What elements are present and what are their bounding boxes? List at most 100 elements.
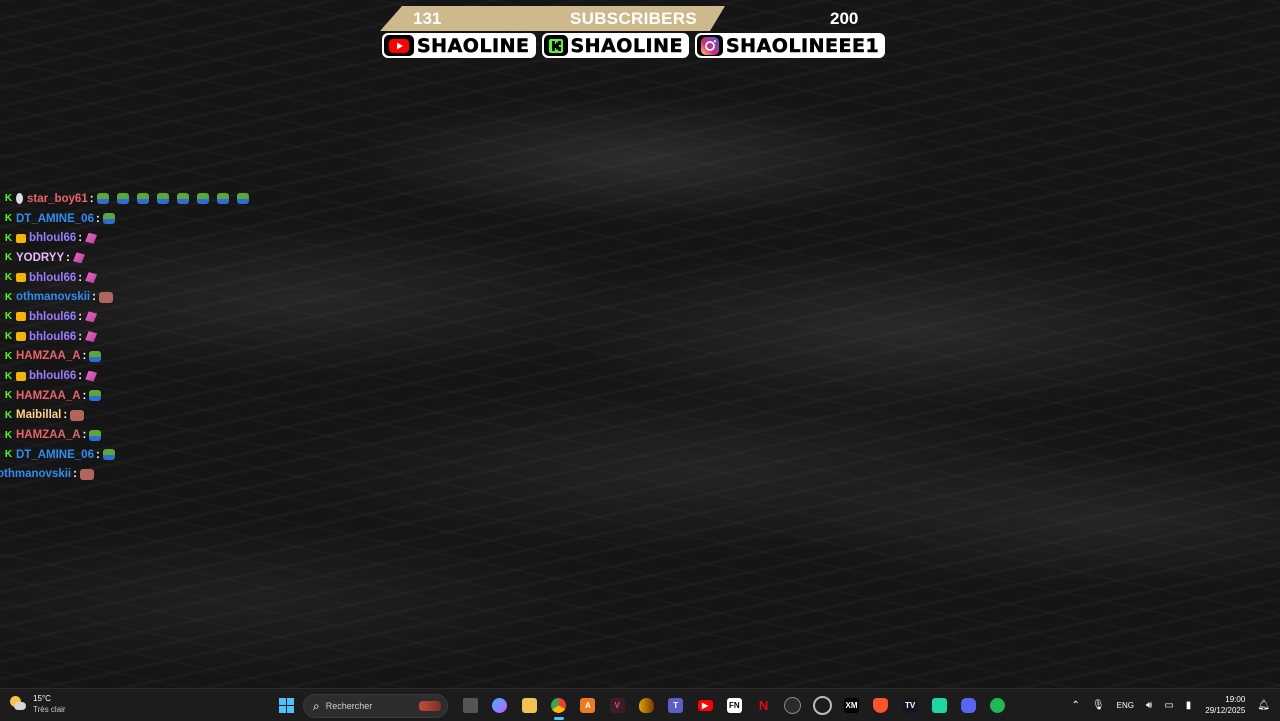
chat-separator: :	[82, 350, 87, 363]
taskbar-app-youtube[interactable]: ▶	[690, 689, 719, 721]
frog-emote-icon	[102, 449, 115, 461]
weather-condition: Très clair	[33, 705, 66, 714]
tradingview-icon: TV	[902, 697, 918, 713]
chat-message: K bhloul66:	[0, 366, 300, 386]
taskbar-app-steam[interactable]	[778, 689, 807, 721]
frog-emote-icon	[176, 193, 189, 205]
kick-icon: K	[4, 350, 13, 362]
weather-widget[interactable]: 15°C Très clair	[10, 693, 66, 715]
battery-icon[interactable]: ▮	[1186, 700, 1192, 711]
taskbar-app-green[interactable]	[925, 689, 954, 721]
chat-separator: :	[73, 468, 77, 481]
chrome-icon	[551, 697, 567, 713]
frog-emote-icon	[156, 193, 169, 205]
windows-logo-icon	[279, 698, 286, 705]
chat-username: bhloul66	[29, 271, 77, 284]
taskbar-app-chrome[interactable]	[544, 689, 573, 721]
kick-icon: K	[4, 370, 13, 382]
subscriber-badge-icon	[16, 312, 26, 322]
taskbar-app-vegas[interactable]: V	[602, 689, 631, 721]
taskbar: 15°C Très clair ⌕ Rechercher A V T ▶ FN …	[0, 688, 1280, 721]
chat-message: K Maibillal:	[0, 406, 300, 426]
dragon-emote-icon	[85, 311, 98, 323]
taskbar-app-copilot[interactable]	[485, 689, 514, 721]
microphone-icon[interactable]: 🎙︎	[1092, 700, 1105, 711]
copilot-icon	[492, 697, 508, 713]
chat-username: bhloul66	[29, 232, 77, 245]
kick-icon: K	[4, 291, 13, 303]
language-indicator[interactable]: ENG	[1117, 701, 1134, 710]
frog-emote-icon	[89, 390, 102, 402]
taskbar-app-discord[interactable]	[954, 689, 983, 721]
chat-message: K othmanovskii:	[0, 287, 300, 307]
kick-icon: K	[4, 331, 13, 343]
search-placeholder: Rechercher	[325, 701, 373, 711]
chat-username: DT_AMINE_06	[16, 448, 94, 461]
chat-overlay: K star_boy61: K DT_AMINE_06: K bhloul66:…	[0, 174, 300, 484]
social-youtube: SHAOLINE	[382, 33, 536, 58]
weather-temperature: 15°C	[33, 694, 51, 703]
taskbar-app-teams[interactable]: T	[661, 689, 690, 721]
subscriber-badge-icon	[16, 371, 26, 381]
chat-message: K bhloul66:	[0, 327, 300, 347]
chat-separator: :	[89, 192, 94, 205]
app-a-icon: A	[580, 697, 596, 713]
pinned-apps: A V T ▶ FN N XM TV	[456, 689, 1013, 721]
youtube-handle: SHAOLINE	[417, 34, 530, 57]
goal-target-count: 200	[830, 9, 859, 28]
taskbar-app-netflix[interactable]: N	[749, 689, 778, 721]
youtube-icon	[384, 35, 414, 56]
notification-bell-icon[interactable]: 🔔︎	[1257, 700, 1270, 711]
chevron-up-icon[interactable]: ⌃	[1072, 700, 1080, 711]
clock[interactable]: 19:00 29/12/2025	[1205, 694, 1245, 716]
taskbar-app-spotify[interactable]	[983, 689, 1012, 721]
taskbar-app-a[interactable]: A	[573, 689, 602, 721]
taskbar-app-xm[interactable]: XM	[837, 689, 866, 721]
taskbar-app-brave[interactable]	[866, 689, 895, 721]
chat-separator: :	[95, 448, 100, 461]
user-badge-icon	[16, 193, 23, 205]
dragon-emote-icon	[85, 331, 98, 343]
frog-emote-icon	[102, 213, 115, 225]
brave-icon	[873, 697, 889, 713]
kick-icon: K	[4, 429, 13, 441]
chat-message: K bhloul66:	[0, 228, 300, 248]
kick-icon: K	[4, 390, 13, 402]
chat-username: HAMZAA_A	[16, 389, 81, 402]
taskbar-app-file-explorer[interactable]	[515, 689, 544, 721]
dragon-emote-icon	[85, 232, 98, 244]
taskbar-app-circle[interactable]	[808, 689, 837, 721]
speaker-icon[interactable]: 🔊︎	[1146, 700, 1152, 711]
teams-icon: T	[668, 697, 684, 713]
frog-emote-icon	[89, 429, 102, 441]
dragon-emote-icon	[85, 272, 98, 284]
taskbar-app-fn[interactable]: FN	[720, 689, 749, 721]
clock-date: 29/12/2025	[1205, 706, 1246, 715]
network-icon[interactable]: ▭	[1164, 700, 1173, 711]
netflix-icon: N	[758, 697, 769, 713]
task-view-icon	[463, 697, 479, 713]
social-instagram: SHAOLINEEE1	[695, 33, 886, 58]
goal-current-count: 131	[413, 9, 442, 28]
chat-message: K HAMZAA_A:	[0, 386, 300, 406]
taskbar-app-task-view[interactable]	[456, 689, 485, 721]
search-box[interactable]: ⌕ Rechercher	[303, 694, 448, 718]
kick-icon: K	[4, 252, 13, 264]
system-tray: ⌃ 🎙︎ ENG 🔊︎ ▭ ▮ 19:00 29/12/2025 🔔︎	[1060, 689, 1270, 721]
kick-icon: K	[4, 409, 13, 421]
chat-message: K HAMZAA_A:	[0, 425, 300, 445]
taskbar-app-tradingview[interactable]: TV	[895, 689, 924, 721]
clock-time: 19:00	[1225, 695, 1246, 704]
taskbar-app-shield[interactable]	[632, 689, 661, 721]
fn-icon: FN	[726, 697, 742, 713]
vegas-icon: V	[609, 697, 625, 713]
chat-separator: :	[92, 291, 96, 304]
chat-message: K bhloul66:	[0, 268, 300, 288]
chat-username: DT_AMINE_06	[16, 212, 94, 225]
subscriber-badge-icon	[16, 273, 26, 283]
chat-separator: :	[95, 212, 100, 225]
start-button[interactable]	[279, 698, 294, 713]
kick-icon	[543, 35, 568, 56]
file-explorer-icon	[521, 697, 537, 713]
frog-emote-icon	[96, 193, 109, 205]
